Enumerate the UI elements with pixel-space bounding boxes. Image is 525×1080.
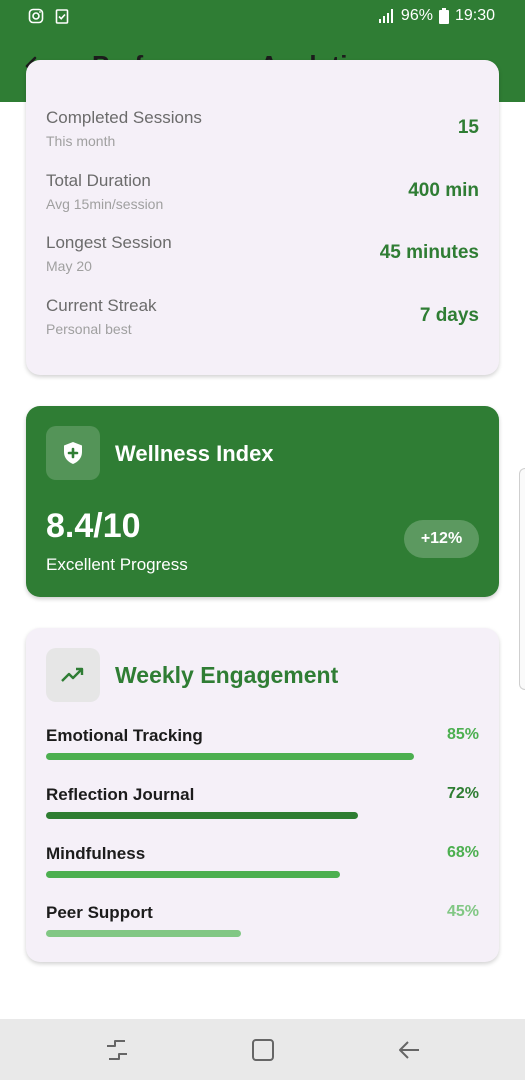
engagement-progress-bar [46, 812, 358, 819]
wellness-index-card[interactable]: Wellness Index 8.4/10 Excellent Progress… [26, 406, 499, 597]
stat-row-total-duration: Total Duration Avg 15min/session 400 min [46, 171, 479, 227]
system-nav-bar [0, 1019, 525, 1080]
session-stats-card: Completed Sessions This month 15 Total D… [26, 60, 499, 375]
status-bar: 96% 19:30 [0, 0, 525, 34]
wellness-title: Wellness Index [115, 441, 274, 466]
engagement-label: Emotional Tracking [46, 726, 203, 745]
stat-label: Current Streak [46, 296, 157, 315]
engagement-row-peer-support: Peer Support 45% [46, 903, 479, 953]
engagement-percent: 72% [446, 785, 479, 802]
stat-value: 15 [457, 117, 479, 138]
engagement-label: Reflection Journal [46, 785, 195, 804]
stat-value: 400 min [408, 180, 479, 201]
home-icon[interactable] [249, 1036, 277, 1064]
engagement-progress-bar [46, 871, 340, 878]
stat-sublabel: Personal best [46, 321, 132, 337]
scroll-handle[interactable] [519, 468, 525, 690]
stat-row-longest-session: Longest Session May 20 45 minutes [46, 233, 479, 289]
wellness-icon-container [46, 426, 100, 480]
stat-value: 7 days [419, 305, 479, 326]
engagement-icon-container [46, 648, 100, 702]
engagement-progress-bar [46, 930, 241, 937]
engagement-row-emotional-tracking: Emotional Tracking 85% [46, 726, 479, 776]
wellness-score: 8.4/10 [46, 507, 141, 545]
stat-sublabel: This month [46, 133, 116, 149]
back-icon[interactable] [395, 1036, 423, 1064]
engagement-label: Peer Support [46, 903, 153, 922]
instagram-icon [28, 8, 44, 24]
wellness-subtitle: Excellent Progress [46, 555, 188, 574]
battery-percent: 96% [400, 7, 433, 24]
engagement-progress-bar [46, 753, 414, 760]
battery-icon [438, 8, 449, 24]
signal-icon [378, 9, 393, 23]
stat-row-current-streak: Current Streak Personal best 7 days [46, 296, 479, 352]
wellness-change-badge: +12% [404, 520, 479, 558]
recent-apps-icon[interactable] [103, 1036, 131, 1064]
stat-label: Total Duration [46, 171, 151, 190]
engagement-row-reflection-journal: Reflection Journal 72% [46, 785, 479, 835]
clock: 19:30 [454, 7, 495, 24]
clipboard-check-icon [55, 9, 69, 24]
stat-sublabel: Avg 15min/session [46, 196, 164, 212]
engagement-percent: 68% [446, 844, 479, 861]
stat-value: 45 minutes [379, 242, 479, 263]
stat-label: Longest Session [46, 233, 172, 252]
shield-plus-icon [64, 442, 82, 464]
engagement-label: Mindfulness [46, 844, 146, 863]
stat-row-completed-sessions: Completed Sessions This month 15 [46, 108, 479, 164]
engagement-percent: 85% [446, 726, 479, 743]
weekly-engagement-card: Weekly Engagement Emotional Tracking 85%… [26, 628, 499, 962]
stat-sublabel: May 20 [46, 258, 92, 274]
stat-label: Completed Sessions [46, 108, 202, 127]
engagement-title: Weekly Engagement [115, 662, 339, 688]
engagement-row-mindfulness: Mindfulness 68% [46, 844, 479, 894]
trending-up-icon [61, 667, 84, 682]
engagement-percent: 45% [446, 903, 479, 920]
